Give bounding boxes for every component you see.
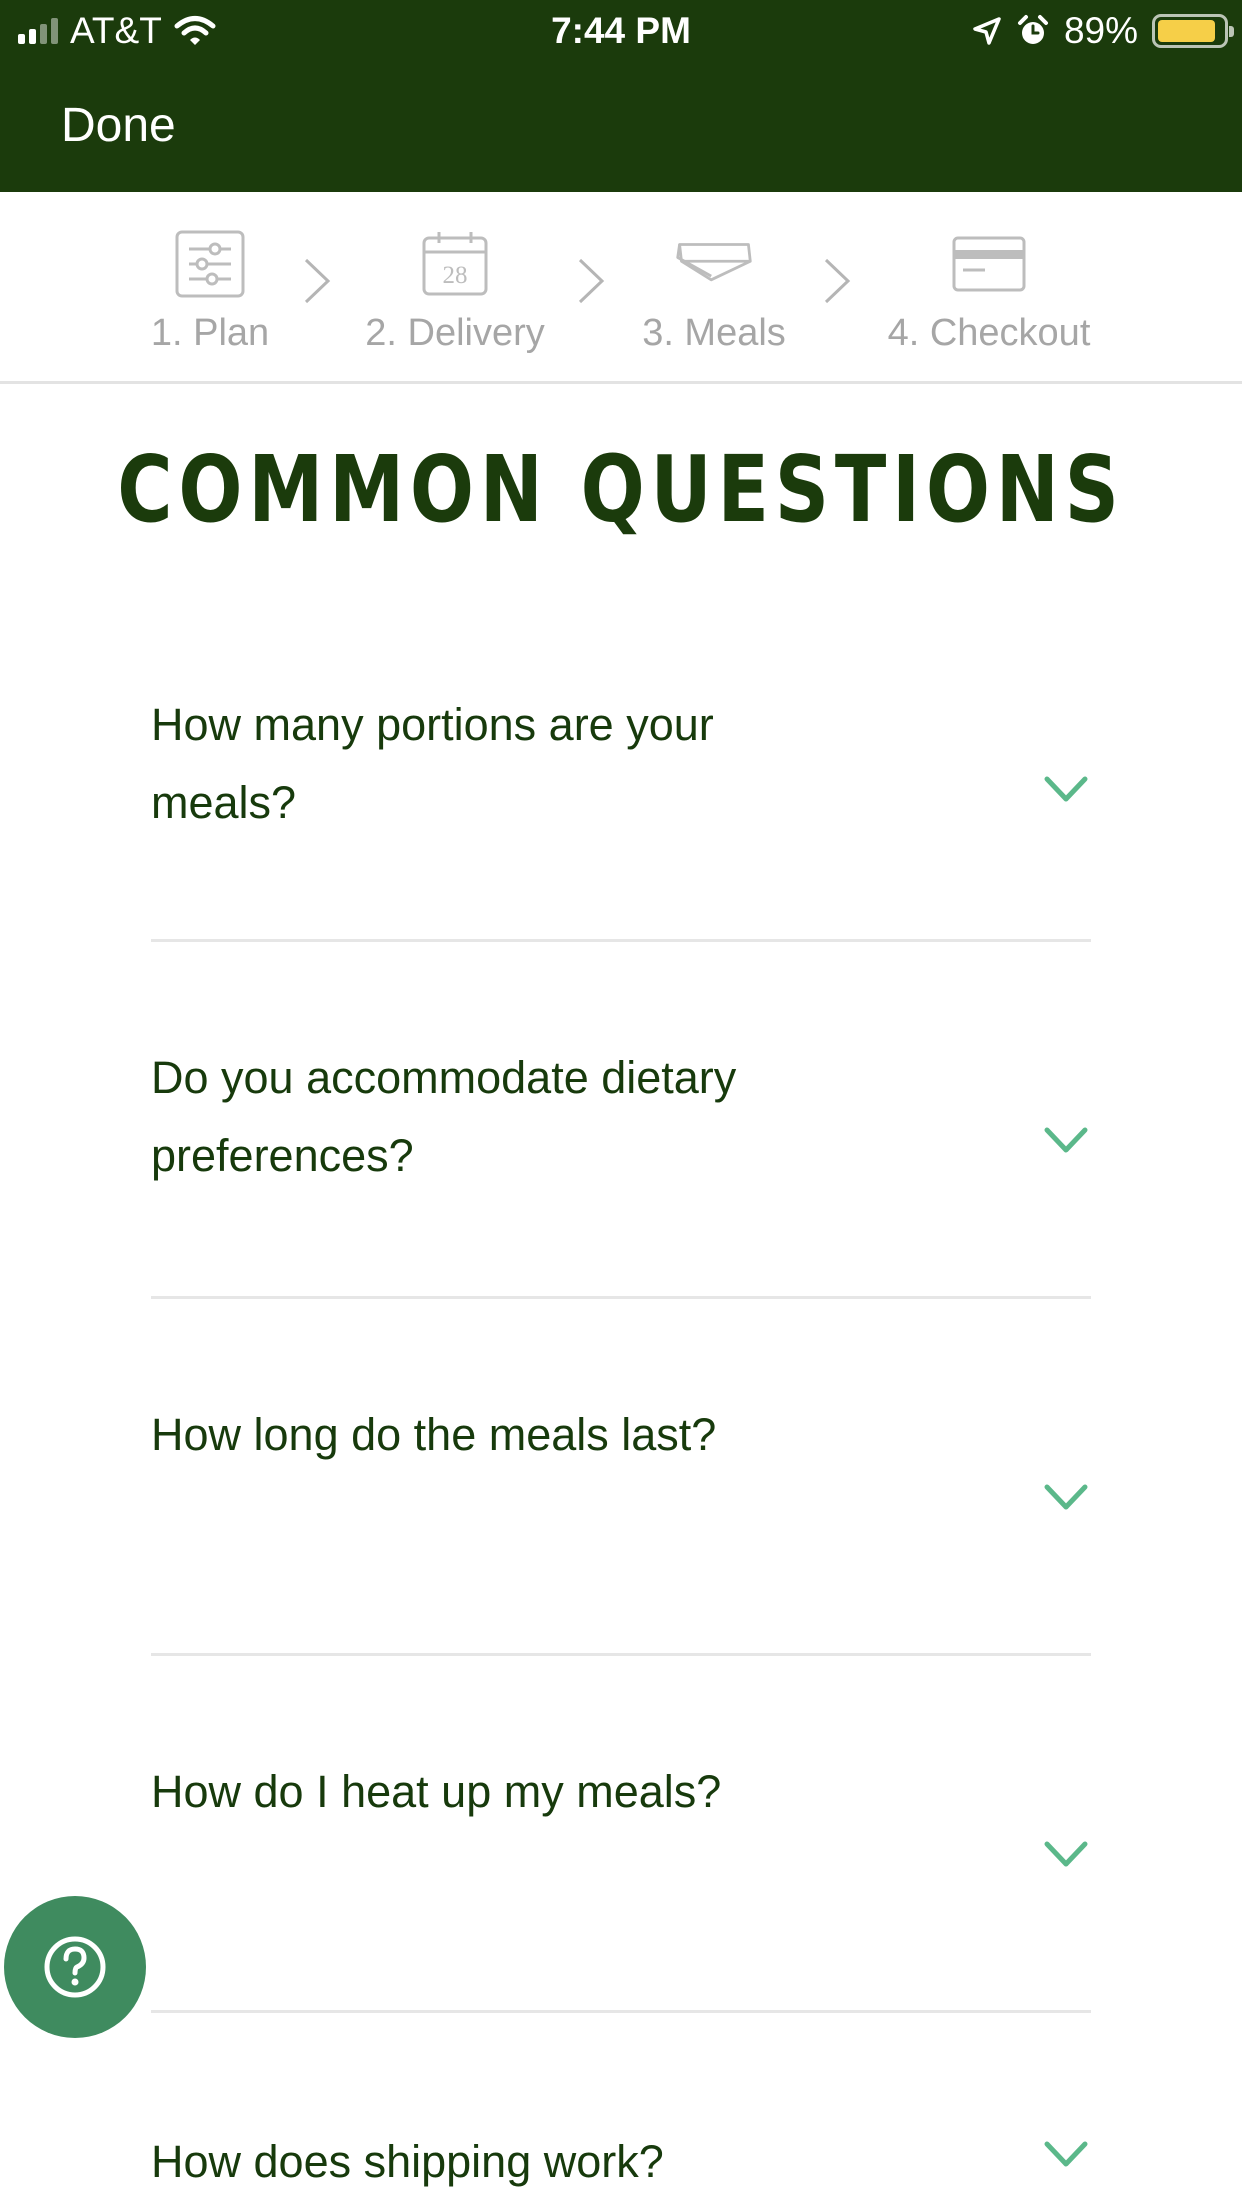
- faq-question: Do you accommodate dietary preferences?: [151, 1052, 737, 1181]
- faq-item[interactable]: How many portions are your meals?: [151, 650, 1091, 942]
- alarm-icon: [1017, 15, 1048, 44]
- chevron-right-icon: [304, 258, 331, 304]
- chevron-down-icon[interactable]: [1043, 1482, 1089, 1512]
- faq-item[interactable]: How does shipping work?: [151, 2013, 1091, 2208]
- status-right: 89%: [972, 10, 1234, 52]
- battery-icon: [1152, 14, 1234, 48]
- meal-tray-icon: [674, 224, 754, 304]
- app-header: AT&T 7:44 PM 89% Done: [0, 0, 1242, 192]
- status-bar: AT&T 7:44 PM 89%: [0, 0, 1242, 62]
- help-button[interactable]: [4, 1896, 146, 2038]
- chevron-right-icon: [824, 258, 851, 304]
- step-label: 1. Plan: [150, 312, 270, 354]
- svg-text:28: 28: [443, 262, 468, 289]
- step-meals[interactable]: 3. Meals: [636, 192, 792, 384]
- credit-card-icon: [949, 224, 1029, 304]
- checkout-stepper: 1. Plan 28 2. Delivery 3. Meals 4. Check…: [0, 192, 1242, 384]
- faq-question: How long do the meals last?: [151, 1409, 717, 1460]
- step-checkout[interactable]: 4. Checkout: [880, 192, 1098, 384]
- page-title: COMMON QUESTIONS: [117, 436, 1125, 543]
- faq-question: How do I heat up my meals?: [151, 1766, 722, 1817]
- chevron-down-icon[interactable]: [1043, 1839, 1089, 1869]
- battery-percent: 89%: [1063, 10, 1138, 51]
- step-delivery[interactable]: 28 2. Delivery: [360, 192, 550, 384]
- done-button[interactable]: Done: [61, 98, 176, 153]
- calendar-icon: 28: [415, 224, 495, 304]
- step-label: 2. Delivery: [365, 312, 545, 354]
- sliders-icon: [170, 224, 250, 304]
- battery-level: [1158, 20, 1215, 42]
- faq-item[interactable]: How long do the meals last?: [151, 1299, 1091, 1656]
- faq-question: How many portions are your meals?: [151, 699, 714, 828]
- faq-question: How does shipping work?: [151, 2136, 664, 2187]
- chevron-down-icon[interactable]: [1043, 774, 1089, 804]
- faq-item[interactable]: Do you accommodate dietary preferences?: [151, 942, 1091, 1299]
- chevron-right-icon: [578, 258, 605, 304]
- location-icon: [973, 17, 1001, 45]
- chevron-down-icon[interactable]: [1043, 2139, 1089, 2169]
- chevron-down-icon[interactable]: [1043, 1125, 1089, 1155]
- step-label: 3. Meals: [642, 312, 786, 354]
- question-mark-icon: [44, 1936, 106, 1998]
- faq-item[interactable]: How do I heat up my meals?: [151, 1656, 1091, 2013]
- step-plan[interactable]: 1. Plan: [136, 192, 284, 384]
- step-label: 4. Checkout: [887, 312, 1091, 354]
